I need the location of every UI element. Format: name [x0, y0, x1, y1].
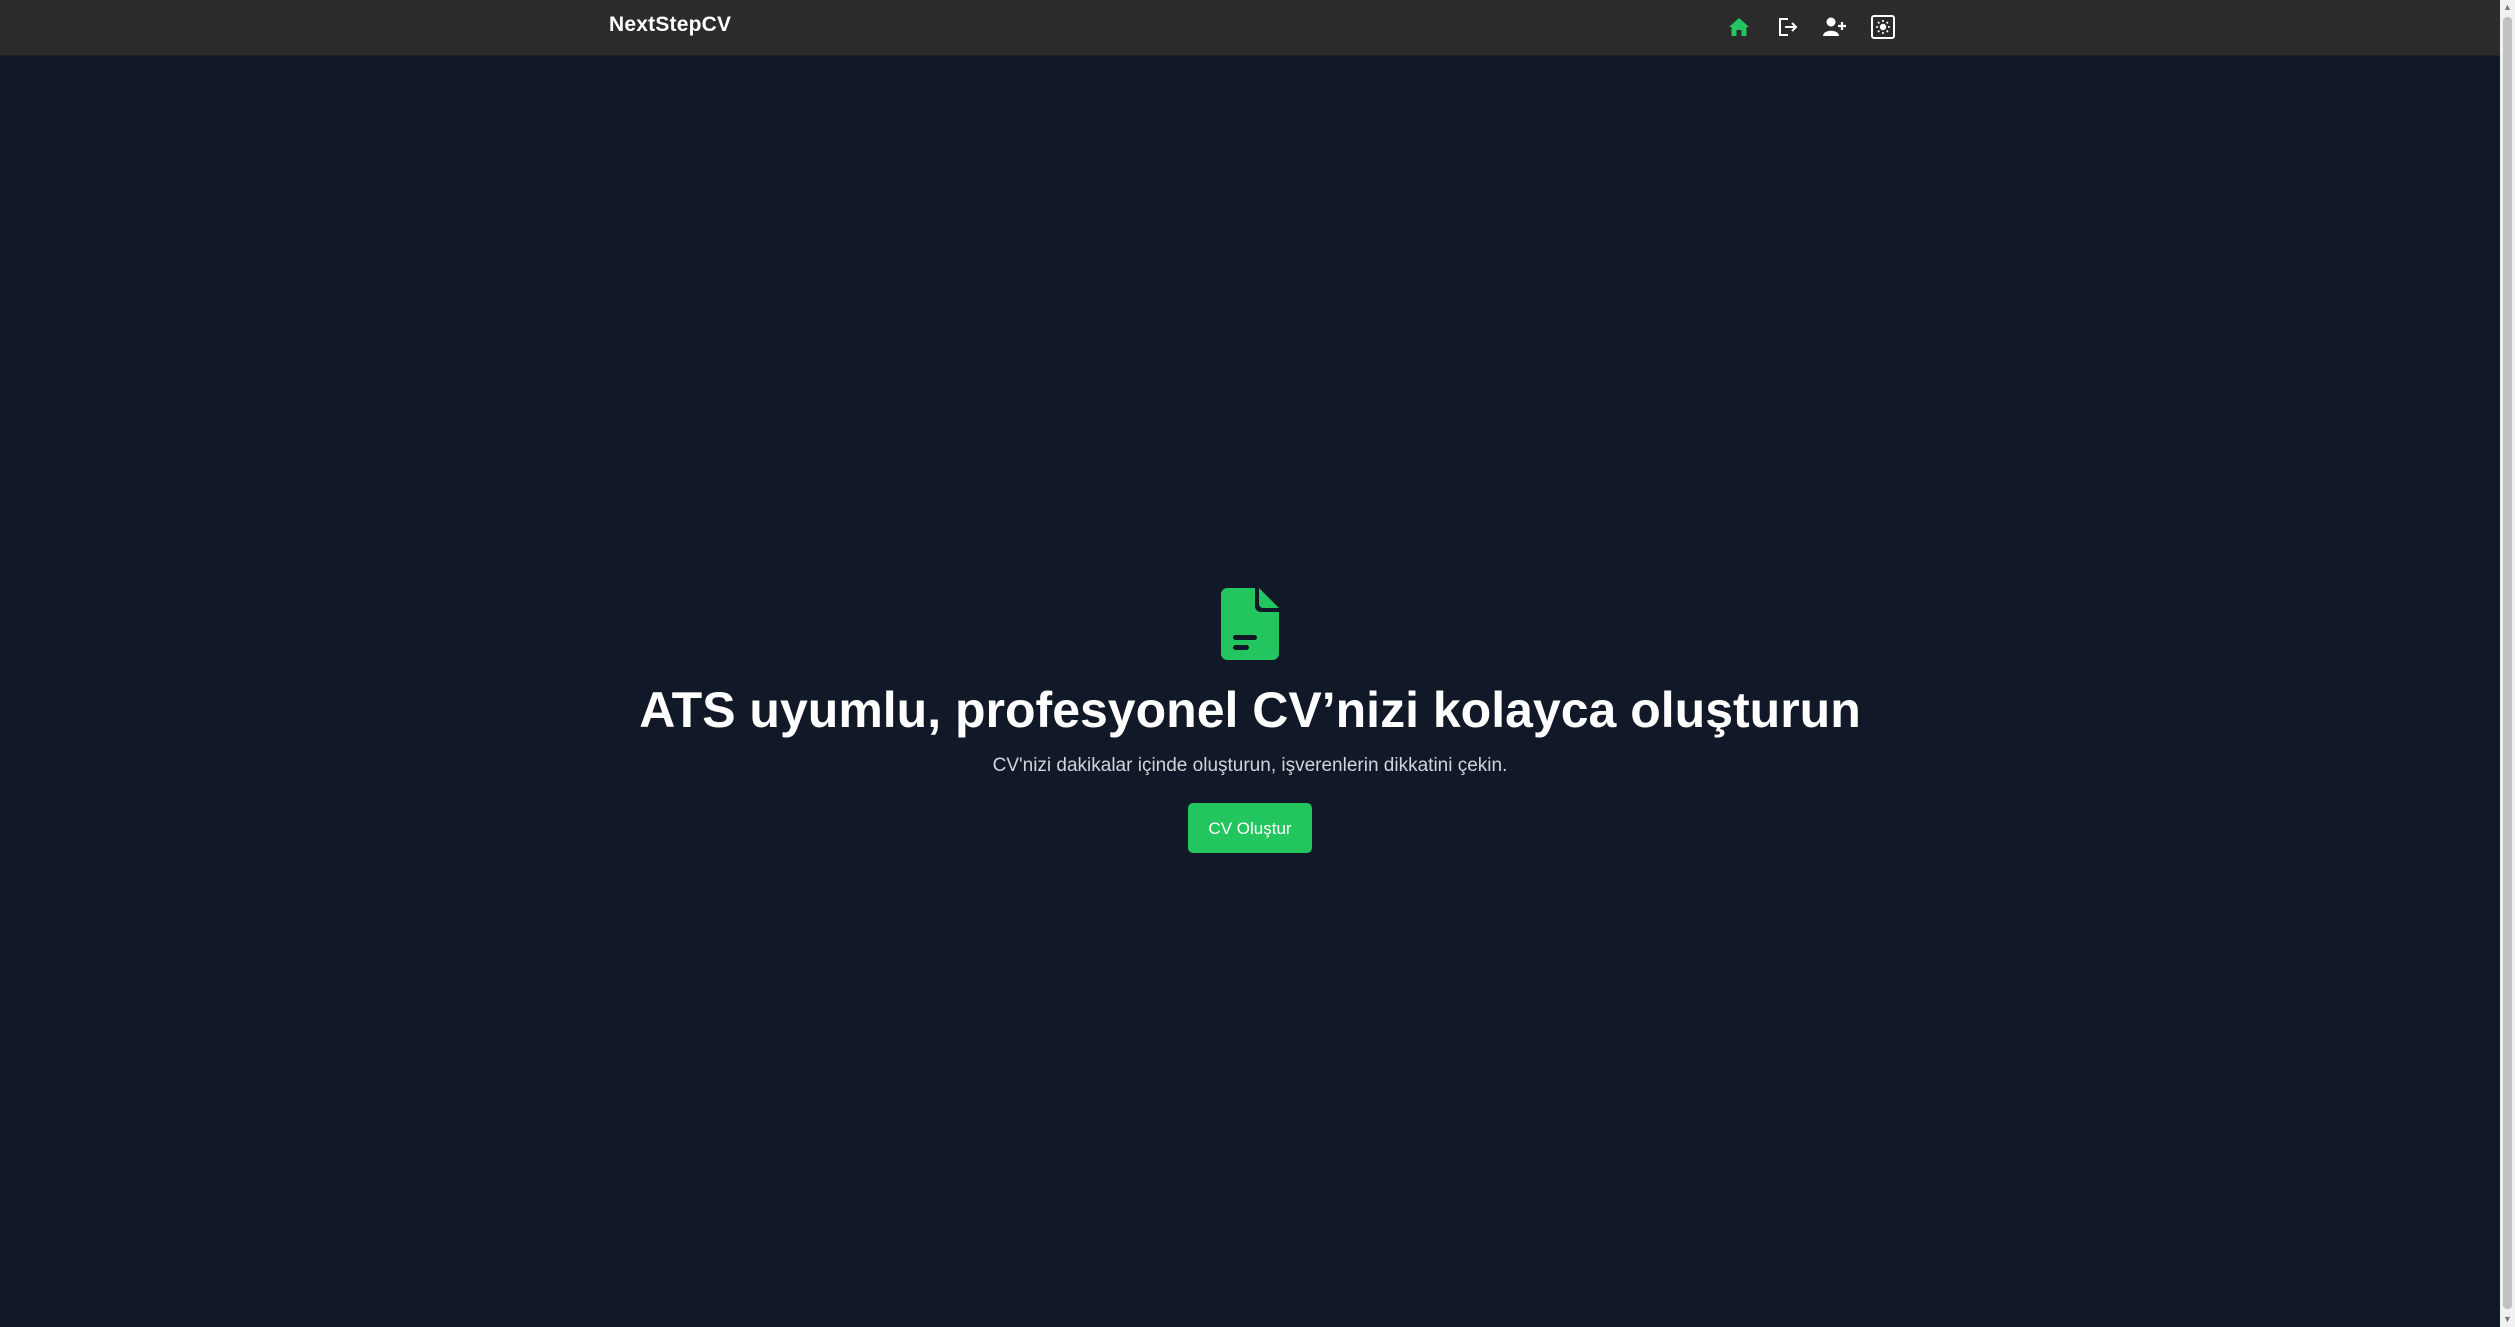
- add-user-button[interactable]: [1818, 12, 1852, 42]
- logout-button[interactable]: [1770, 12, 1804, 42]
- theme-toggle-button[interactable]: [1866, 12, 1900, 42]
- home-icon: [1728, 17, 1750, 37]
- scroll-up-icon[interactable]: ▲: [2500, 0, 2515, 15]
- document-icon: [1221, 588, 1279, 660]
- logout-icon: [1776, 16, 1798, 38]
- page: NextStepCV ATS uyumlu, profesyonel CV’ni…: [0, 0, 2515, 1327]
- home-button[interactable]: [1722, 12, 1756, 42]
- navbar: NextStepCV: [0, 0, 2500, 56]
- hero-title: ATS uyumlu, profesyonel CV’nizi kolayca …: [639, 682, 1861, 738]
- hero-subtitle: CV'nizi dakikalar içinde oluşturun, işve…: [992, 755, 1508, 776]
- nav-icons: [1722, 12, 1900, 42]
- hero-section: ATS uyumlu, profesyonel CV’nizi kolayca …: [0, 588, 2500, 853]
- theme-toggle-icon: [1871, 15, 1895, 39]
- brand-logo[interactable]: NextStepCV: [609, 13, 731, 37]
- scroll-thumb[interactable]: [2503, 17, 2512, 1309]
- scroll-down-icon[interactable]: ▼: [2500, 1312, 2515, 1327]
- vertical-scrollbar[interactable]: ▲ ▼: [2500, 0, 2515, 1327]
- create-cv-button[interactable]: CV Oluştur: [1188, 803, 1312, 853]
- add-user-icon: [1823, 16, 1847, 38]
